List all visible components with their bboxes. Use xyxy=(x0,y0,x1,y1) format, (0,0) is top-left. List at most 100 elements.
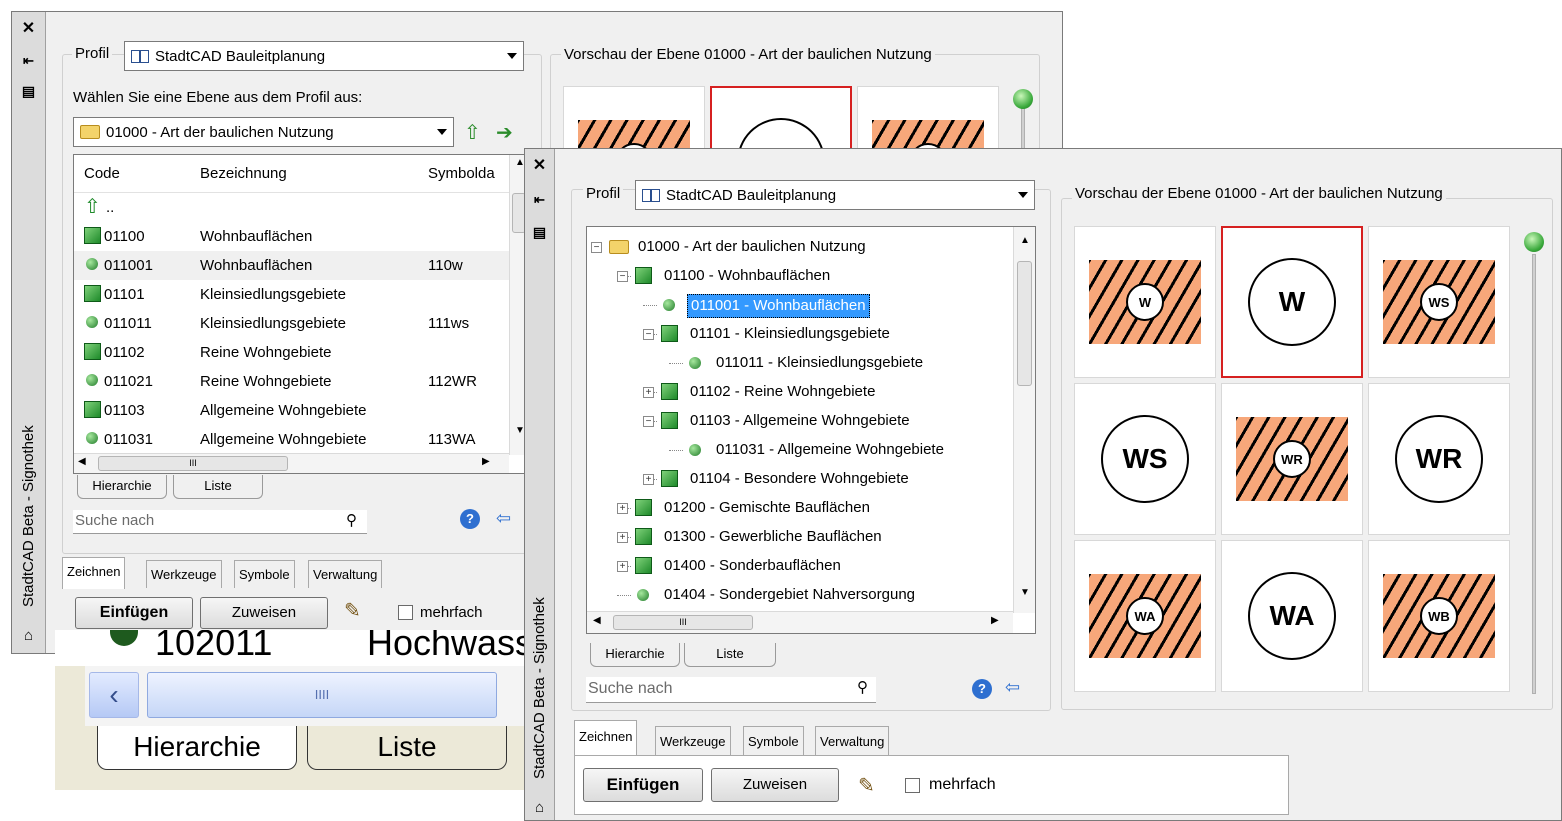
close-icon[interactable]: ✕ xyxy=(12,20,45,38)
inset-scroll-left[interactable]: ‹ xyxy=(89,672,139,718)
collapse-icon[interactable]: − xyxy=(591,242,602,253)
tree-node[interactable]: − 01000 - Art der baulichen Nutzung xyxy=(587,233,1013,262)
tree-hscrollbar[interactable]: ◀ III ▶ xyxy=(587,611,1013,633)
brush-icon[interactable]: ✎ xyxy=(344,598,361,623)
assign-button[interactable]: Zuweisen xyxy=(711,768,839,802)
inset-tab-hierarchie[interactable]: Hierarchie xyxy=(97,726,297,770)
search-icon[interactable]: ⚲ xyxy=(857,678,868,696)
symbol-preview-cell[interactable]: WB xyxy=(1368,540,1510,692)
back-arrow-icon[interactable]: ⇦ xyxy=(496,508,511,529)
list-row[interactable]: 01102 Reine Wohngebiete xyxy=(74,338,529,367)
layer-up-icon[interactable]: ⇧ xyxy=(464,120,481,145)
tab-liste[interactable]: Liste xyxy=(684,643,776,667)
size-slider[interactable] xyxy=(1532,254,1536,694)
tree-node[interactable]: 011031 - Allgemeine Wohngebiete xyxy=(587,436,1013,465)
tree-vscrollbar[interactable]: ▲ ▼ xyxy=(1013,227,1035,613)
tab-hierarchie[interactable]: Hierarchie xyxy=(77,475,167,499)
symbol-preview-cell[interactable]: WR xyxy=(1368,383,1510,535)
list-row[interactable]: 011001 Wohnbauflächen 110w xyxy=(74,251,529,280)
list-row[interactable]: 011011 Kleinsiedlungsgebiete 111ws xyxy=(74,309,529,338)
symbol-preview-cell[interactable]: WA xyxy=(1074,540,1216,692)
tab-symbole[interactable]: Symbole xyxy=(743,726,804,756)
tree-node[interactable]: +01104 - Besondere Wohngebiete xyxy=(587,465,1013,494)
layer-forward-icon[interactable]: ➔ xyxy=(496,120,513,145)
list-row[interactable]: 011031 Allgemeine Wohngebiete 113WA xyxy=(74,425,529,454)
expand-icon[interactable]: + xyxy=(643,387,654,398)
tab-werkzeuge[interactable]: Werkzeuge xyxy=(146,560,222,588)
list-row[interactable]: 01103 Allgemeine Wohngebiete xyxy=(74,396,529,425)
tree-vscroll-thumb[interactable] xyxy=(1017,261,1032,386)
expand-icon[interactable]: + xyxy=(643,474,654,485)
list-row[interactable]: 011021 Reine Wohngebiete 112WR xyxy=(74,367,529,396)
tree-node[interactable]: +01200 - Gemischte Bauflächen xyxy=(587,494,1013,523)
collapse-icon[interactable]: − xyxy=(643,416,654,427)
tree-node[interactable]: +01400 - Sonderbauflächen xyxy=(587,552,1013,581)
expand-icon[interactable]: + xyxy=(617,503,628,514)
properties-icon[interactable]: ▤ xyxy=(12,82,45,100)
inset-hscrollbar[interactable]: ‹ IIII xyxy=(85,666,550,726)
close-icon[interactable]: ✕ xyxy=(525,157,554,175)
tree-hscroll-thumb[interactable]: III xyxy=(613,615,753,630)
symbol-preview-cell[interactable]: WR xyxy=(1221,383,1363,535)
help-icon[interactable]: ? xyxy=(972,679,992,699)
multiple-checkbox[interactable] xyxy=(398,605,413,620)
tree-node[interactable]: − 01100 - Wohnbauflächen xyxy=(587,262,1013,291)
tree-node[interactable]: 01404 - Sondergebiet Nahversorgung xyxy=(587,581,1013,610)
insert-button[interactable]: Einfügen xyxy=(583,768,703,802)
symbol-preview-cell[interactable]: WS xyxy=(1368,226,1510,378)
tab-zeichnen[interactable]: Zeichnen xyxy=(574,720,638,756)
tab-werkzeuge[interactable]: Werkzeuge xyxy=(655,726,731,756)
layer-select[interactable]: 01000 - Art der baulichen Nutzung xyxy=(73,117,454,147)
list-hscrollbar[interactable]: ◀ III ▶ xyxy=(74,453,509,473)
symbol-preview-cell[interactable]: WA xyxy=(1221,540,1363,692)
inset-tab-liste[interactable]: Liste xyxy=(307,726,507,770)
back-arrow-icon[interactable]: ⇦ xyxy=(1005,677,1020,698)
column-code[interactable]: Code xyxy=(84,155,120,193)
profile-select[interactable]: StadtCAD Bauleitplanung xyxy=(124,41,524,71)
search-icon[interactable]: ⚲ xyxy=(346,511,357,529)
column-name[interactable]: Bezeichnung xyxy=(200,155,287,193)
slider-knob[interactable] xyxy=(1524,232,1544,252)
autohide-icon[interactable]: ⇤ xyxy=(12,52,45,70)
multiple-checkbox[interactable] xyxy=(905,778,920,793)
tree-node[interactable]: +01102 - Reine Wohngebiete xyxy=(587,378,1013,407)
list-up-row[interactable]: ⇧ .. xyxy=(74,193,529,222)
help-icon[interactable]: ? xyxy=(460,509,480,529)
library-icon[interactable]: ⌂ xyxy=(525,799,554,817)
brush-icon[interactable]: ✎ xyxy=(858,773,875,798)
tab-symbole[interactable]: Symbole xyxy=(234,560,295,588)
search-input[interactable]: Suche nach xyxy=(73,510,367,534)
tab-liste[interactable]: Liste xyxy=(173,475,263,499)
symbol-preview-cell[interactable]: W xyxy=(1074,226,1216,378)
back-list-view[interactable]: Code Bezeichnung Symbolda ⇧ .. 01100 Wohn… xyxy=(73,154,530,474)
chevron-down-icon[interactable] xyxy=(1018,192,1028,198)
symbol-preview-cell[interactable]: W xyxy=(1221,226,1363,378)
list-hscroll-thumb[interactable]: III xyxy=(98,456,288,471)
assign-button[interactable]: Zuweisen xyxy=(200,597,328,629)
search-input[interactable]: Suche nach xyxy=(586,677,876,703)
tab-zeichnen[interactable]: Zeichnen xyxy=(62,557,126,589)
tree-node[interactable]: − 01103 - Allgemeine Wohngebiete xyxy=(587,407,1013,436)
column-symbol[interactable]: Symbolda xyxy=(428,155,495,193)
symbol-preview-cell[interactable]: WS xyxy=(1074,383,1216,535)
collapse-icon[interactable]: − xyxy=(617,271,628,282)
profile-select[interactable]: StadtCAD Bauleitplanung xyxy=(635,180,1035,210)
tree-node[interactable]: 011011 - Kleinsiedlungsgebiete xyxy=(587,349,1013,378)
front-tree-view[interactable]: − 01000 - Art der baulichen Nutzung − 01100… xyxy=(586,226,1036,634)
list-row[interactable]: 01101 Kleinsiedlungsgebiete xyxy=(74,280,529,309)
properties-icon[interactable]: ▤ xyxy=(525,223,554,241)
tree-node[interactable]: 011001 - Wohnbauflächen xyxy=(587,291,1013,320)
inset-scroll-thumb[interactable]: IIII xyxy=(147,672,497,718)
tree-node[interactable]: − 01101 - Kleinsiedlungsgebiete xyxy=(587,320,1013,349)
expand-icon[interactable]: + xyxy=(617,532,628,543)
list-row[interactable]: 01100 Wohnbauflächen xyxy=(74,222,529,251)
tree-node[interactable]: +01300 - Gewerbliche Bauflächen xyxy=(587,523,1013,552)
collapse-icon[interactable]: − xyxy=(643,329,654,340)
tab-hierarchie[interactable]: Hierarchie xyxy=(590,643,680,667)
autohide-icon[interactable]: ⇤ xyxy=(525,191,554,209)
expand-icon[interactable]: + xyxy=(617,561,628,572)
slider-knob[interactable] xyxy=(1013,89,1033,109)
library-icon[interactable]: ⌂ xyxy=(12,627,45,645)
insert-button[interactable]: Einfügen xyxy=(75,597,193,629)
tab-verwaltung[interactable]: Verwaltung xyxy=(815,726,890,756)
